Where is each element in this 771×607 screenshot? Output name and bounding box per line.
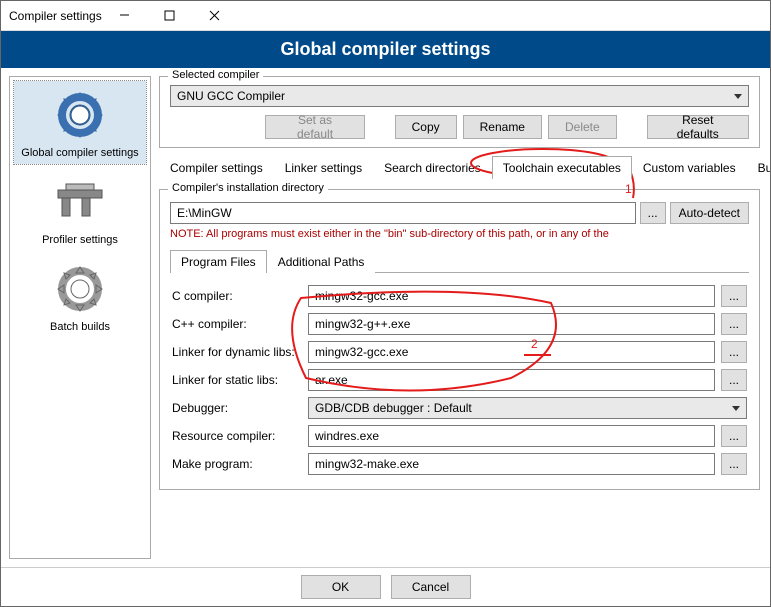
gear-grey-icon bbox=[50, 259, 110, 319]
tab-program-files[interactable]: Program Files bbox=[170, 250, 267, 273]
install-dir-legend: Compiler's installation directory bbox=[168, 182, 328, 194]
rename-button[interactable]: Rename bbox=[463, 115, 542, 139]
titlebar: Compiler settings bbox=[1, 1, 770, 31]
ok-button[interactable]: OK bbox=[301, 575, 381, 599]
inner-tab-strip: Program Files Additional Paths bbox=[170, 250, 749, 273]
tab-additional-paths[interactable]: Additional Paths bbox=[267, 250, 376, 273]
row-c-compiler: C compiler: mingw32-gcc.exe ... bbox=[172, 285, 747, 307]
selected-compiler-group: Selected compiler GNU GCC Compiler Set a… bbox=[159, 76, 760, 148]
tab-build-options[interactable]: Bui bbox=[747, 156, 770, 179]
browse-cpp-compiler-button[interactable]: ... bbox=[721, 313, 747, 335]
reset-defaults-button[interactable]: Reset defaults bbox=[647, 115, 749, 139]
input-make[interactable]: mingw32-make.exe bbox=[308, 453, 715, 475]
input-linker-dyn[interactable]: mingw32-gcc.exe bbox=[308, 341, 715, 363]
input-cpp-compiler[interactable]: mingw32-g++.exe bbox=[308, 313, 715, 335]
label-linker-static: Linker for static libs: bbox=[172, 373, 302, 387]
browse-make-button[interactable]: ... bbox=[721, 453, 747, 475]
browse-linker-dyn-button[interactable]: ... bbox=[721, 341, 747, 363]
banner-title: Global compiler settings bbox=[1, 31, 770, 68]
minimize-button[interactable] bbox=[102, 1, 147, 30]
label-linker-dyn: Linker for dynamic libs: bbox=[172, 345, 302, 359]
footer: OK Cancel bbox=[1, 567, 770, 605]
label-c-compiler: C compiler: bbox=[172, 289, 302, 303]
sidebar-item-profiler[interactable]: Profiler settings bbox=[14, 168, 146, 251]
tab-toolchain-executables[interactable]: Toolchain executables bbox=[492, 156, 632, 179]
sidebar-item-label: Global compiler settings bbox=[21, 147, 138, 160]
label-cpp-compiler: C++ compiler: bbox=[172, 317, 302, 331]
label-debugger: Debugger: bbox=[172, 401, 302, 415]
input-resource[interactable]: windres.exe bbox=[308, 425, 715, 447]
sidebar-item-label: Profiler settings bbox=[42, 234, 118, 247]
tab-linker-settings[interactable]: Linker settings bbox=[274, 156, 373, 179]
delete-button[interactable]: Delete bbox=[548, 115, 617, 139]
compiler-select[interactable]: GNU GCC Compiler bbox=[170, 85, 749, 107]
caliper-icon bbox=[50, 172, 110, 232]
window-title: Compiler settings bbox=[9, 9, 102, 23]
label-resource: Resource compiler: bbox=[172, 429, 302, 443]
auto-detect-button[interactable]: Auto-detect bbox=[670, 202, 749, 224]
sidebar-item-label: Batch builds bbox=[50, 321, 110, 334]
row-debugger: Debugger: GDB/CDB debugger : Default bbox=[172, 397, 747, 419]
browse-c-compiler-button[interactable]: ... bbox=[721, 285, 747, 307]
maximize-button[interactable] bbox=[147, 1, 192, 30]
row-resource: Resource compiler: windres.exe ... bbox=[172, 425, 747, 447]
main-tab-strip: Compiler settings Linker settings Search… bbox=[159, 156, 760, 179]
tab-compiler-settings[interactable]: Compiler settings bbox=[159, 156, 274, 179]
row-cpp-compiler: C++ compiler: mingw32-g++.exe ... bbox=[172, 313, 747, 335]
sidebar-item-global-compiler[interactable]: Global compiler settings bbox=[14, 81, 146, 164]
install-dir-input[interactable]: E:\MinGW bbox=[170, 202, 636, 224]
install-dir-group: Compiler's installation directory E:\Min… bbox=[159, 189, 760, 490]
close-button[interactable] bbox=[192, 1, 237, 30]
compiler-select-value: GNU GCC Compiler bbox=[177, 89, 285, 103]
copy-button[interactable]: Copy bbox=[395, 115, 457, 139]
main-panel: Selected compiler GNU GCC Compiler Set a… bbox=[151, 68, 770, 567]
label-make: Make program: bbox=[172, 457, 302, 471]
row-linker-static: Linker for static libs: ar.exe ... bbox=[172, 369, 747, 391]
browse-linker-static-button[interactable]: ... bbox=[721, 369, 747, 391]
sidebar-item-batch[interactable]: Batch builds bbox=[14, 255, 146, 338]
sidebar: Global compiler settings Profiler settin… bbox=[9, 76, 151, 559]
row-make: Make program: mingw32-make.exe ... bbox=[172, 453, 747, 475]
selected-compiler-legend: Selected compiler bbox=[168, 69, 263, 81]
gear-icon bbox=[50, 85, 110, 145]
input-linker-static[interactable]: ar.exe bbox=[308, 369, 715, 391]
tab-custom-variables[interactable]: Custom variables bbox=[632, 156, 747, 179]
input-c-compiler[interactable]: mingw32-gcc.exe bbox=[308, 285, 715, 307]
select-debugger[interactable]: GDB/CDB debugger : Default bbox=[308, 397, 747, 419]
install-dir-browse-button[interactable]: ... bbox=[640, 202, 666, 224]
install-dir-note: NOTE: All programs must exist either in … bbox=[170, 228, 749, 240]
set-default-button[interactable]: Set as default bbox=[265, 115, 365, 139]
row-linker-dyn: Linker for dynamic libs: mingw32-gcc.exe… bbox=[172, 341, 747, 363]
tab-search-directories[interactable]: Search directories bbox=[373, 156, 492, 179]
cancel-button[interactable]: Cancel bbox=[391, 575, 471, 599]
browse-resource-button[interactable]: ... bbox=[721, 425, 747, 447]
